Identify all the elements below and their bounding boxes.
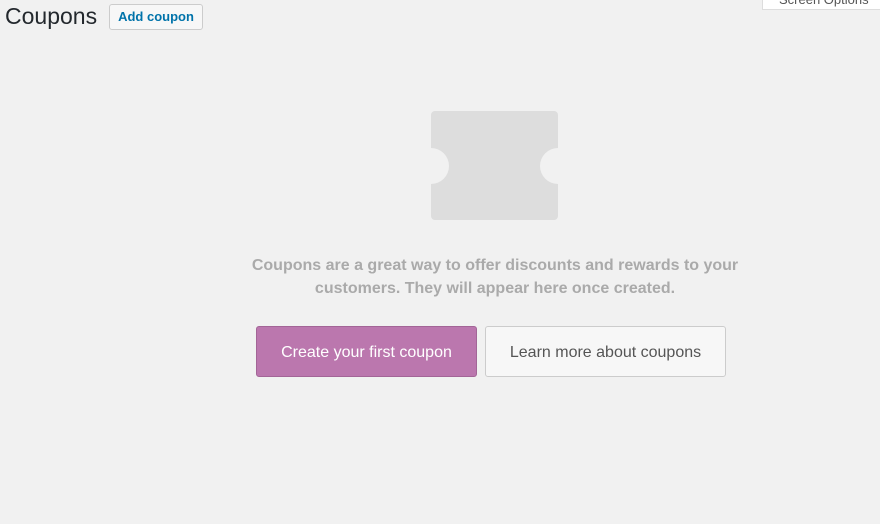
- coupon-icon: [431, 111, 558, 220]
- empty-state-message: Coupons are a great way to offer discoun…: [251, 257, 739, 297]
- page-title: Coupons: [5, 3, 98, 29]
- screen-options-button[interactable]: Screen Options: [762, 0, 880, 10]
- learn-more-button[interactable]: Learn more about coupons: [485, 326, 726, 377]
- create-first-coupon-button[interactable]: Create your first coupon: [256, 326, 477, 377]
- add-coupon-button[interactable]: Add coupon: [109, 4, 203, 30]
